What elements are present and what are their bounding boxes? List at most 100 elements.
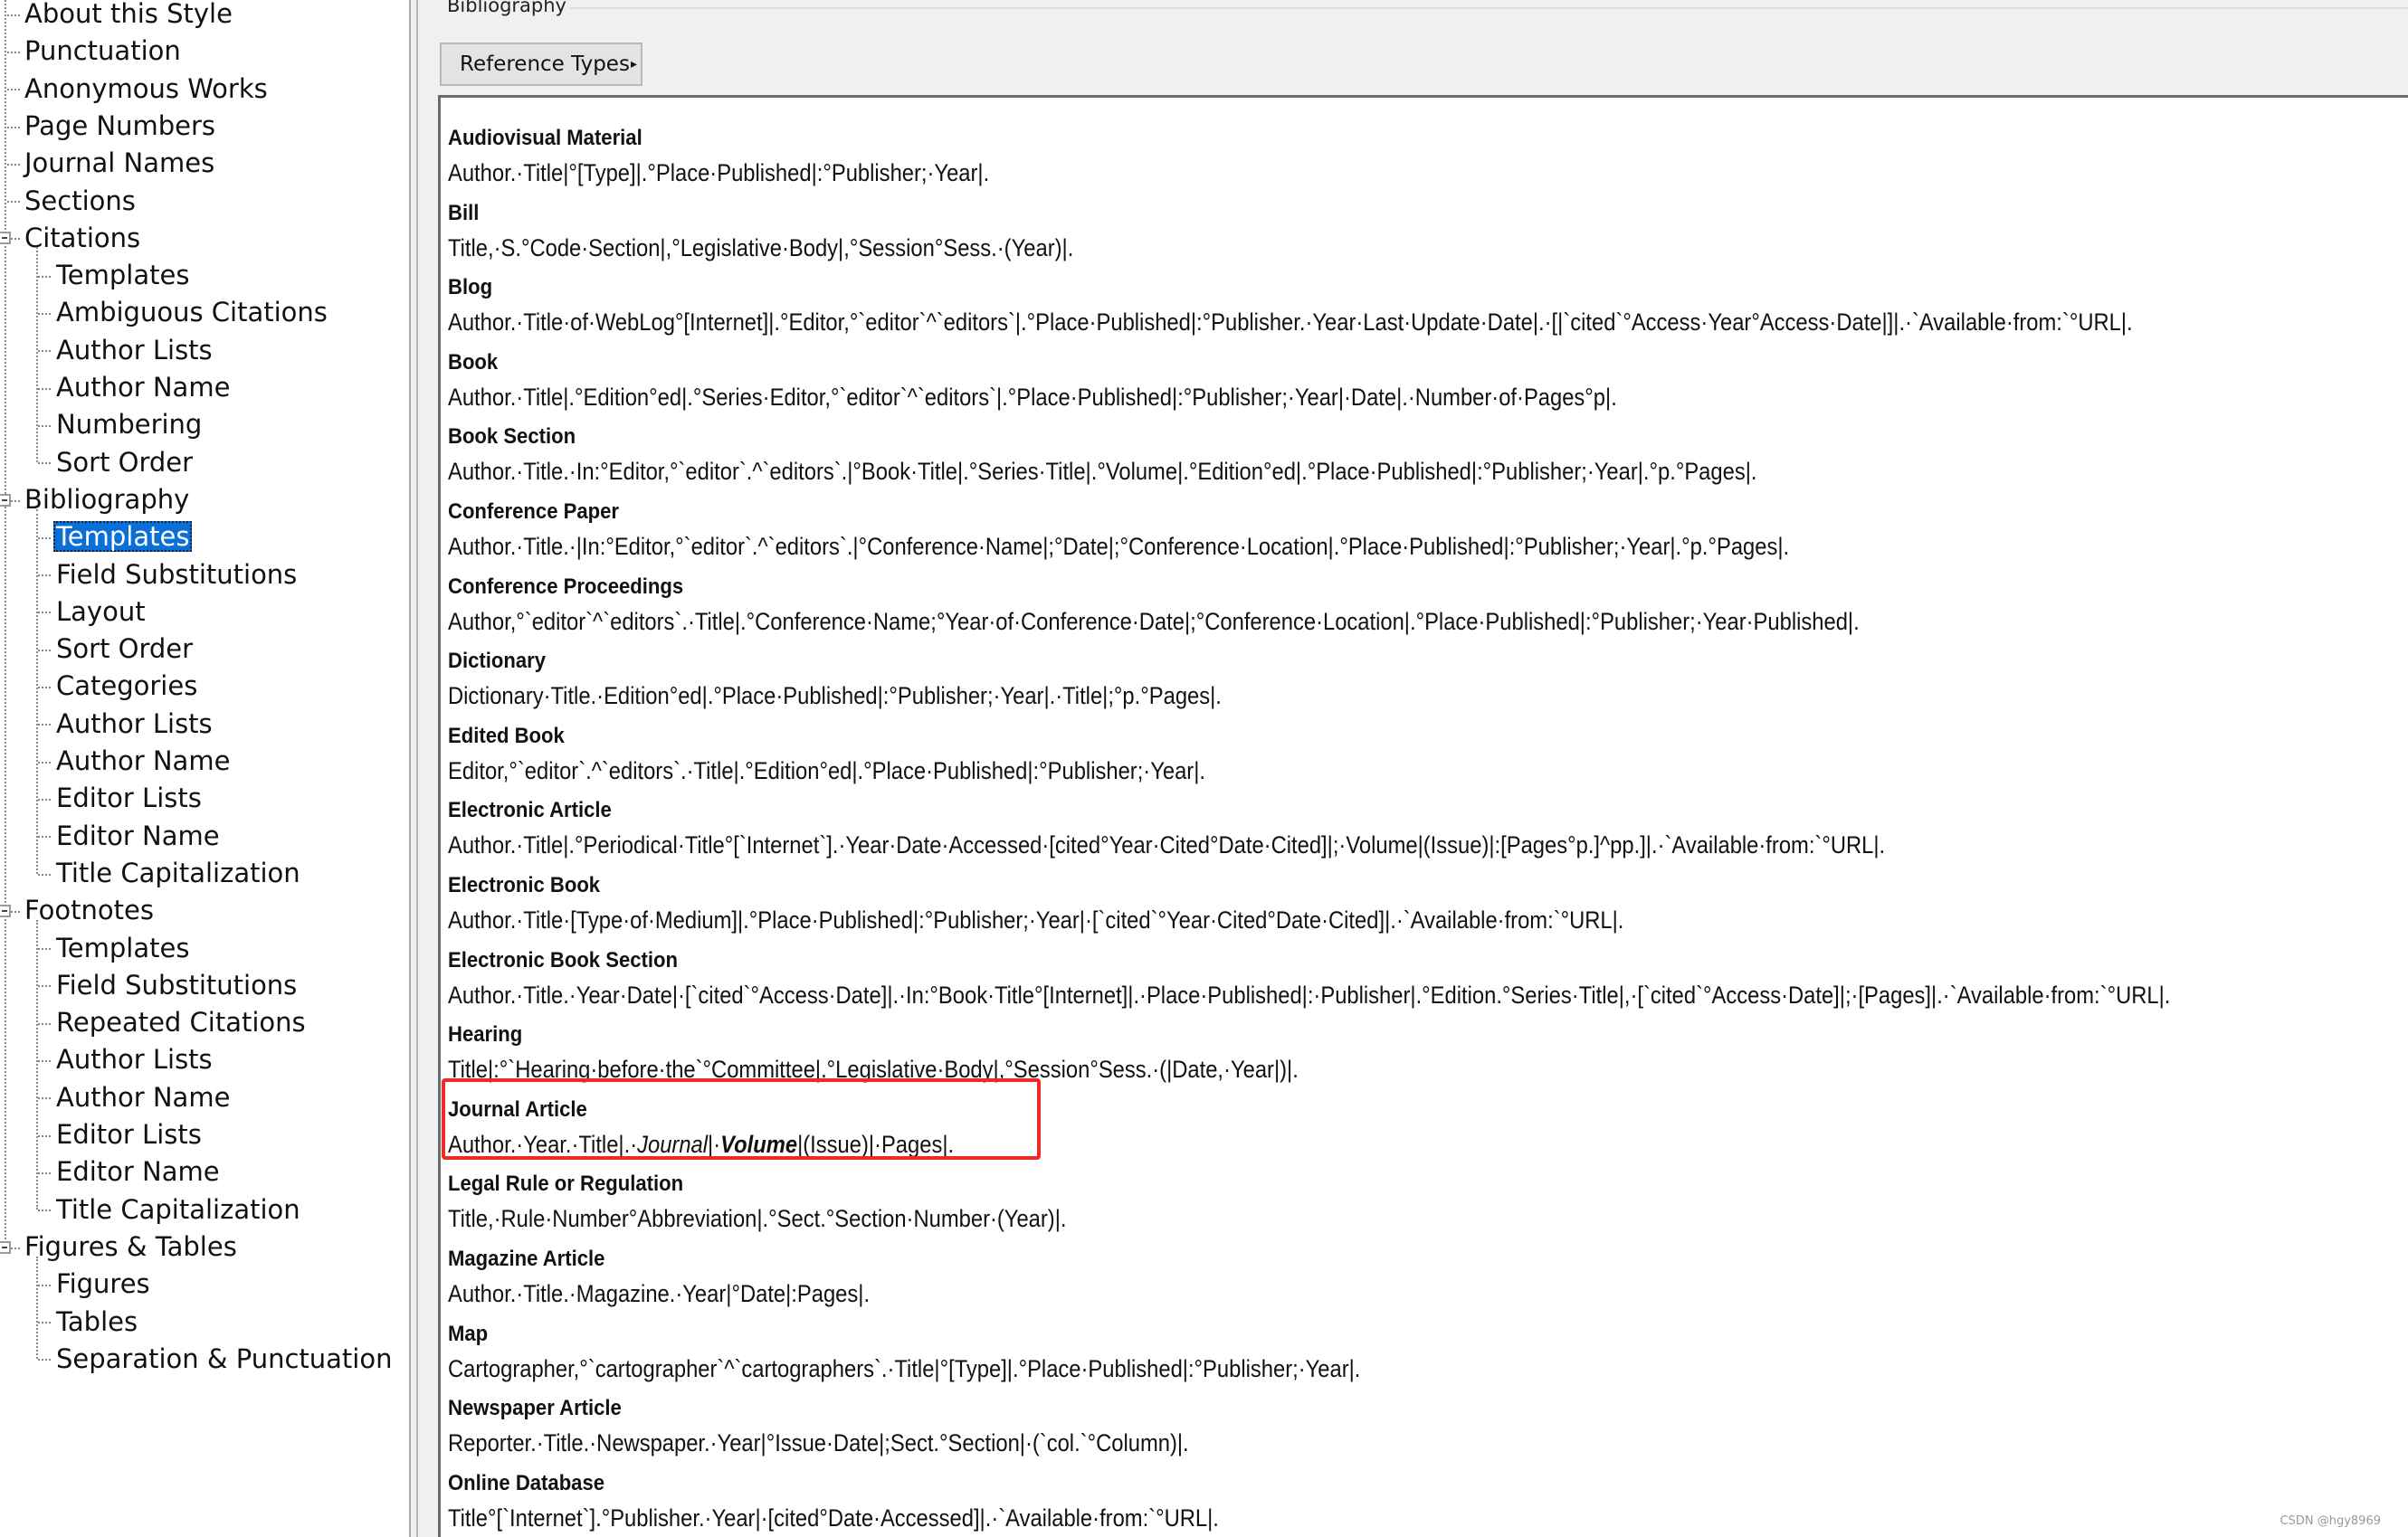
tree-item-label: Author Lists <box>56 707 213 739</box>
tree-item[interactable]: Title Capitalization <box>53 1191 303 1229</box>
tree-item[interactable]: Punctuation <box>22 33 184 70</box>
tree-item[interactable]: Editor Lists <box>53 1116 205 1153</box>
tree-item[interactable]: Layout <box>53 593 148 631</box>
reference-type-entry[interactable]: Book Author.·Title|.°Edition°ed|.°Series·… <box>448 346 1776 415</box>
template-text[interactable]: Title|:°`Hearing·before·the`°Committee|.… <box>448 1051 1299 1087</box>
reference-type-entry[interactable]: Electronic Article Author.·Title|.°Period… <box>448 794 2081 863</box>
reference-types-label: Reference Types <box>460 52 630 76</box>
template-text[interactable]: Title,·S.°Code·Section|,°Legislative·Bod… <box>448 230 1073 266</box>
reference-type-entry[interactable]: Online Database Title°[`Internet`].°Publi… <box>448 1467 1324 1536</box>
tree-item[interactable]: Field Substitutions <box>53 967 300 1004</box>
tree-item-label: Templates <box>56 260 190 291</box>
collapse-toggle-icon[interactable] <box>0 904 11 917</box>
reference-type-entry[interactable]: Dictionary Dictionary·Title.·Edition°ed|.… <box>448 645 1327 714</box>
tree-item-label: Bibliography <box>24 483 190 515</box>
tree-item[interactable]: Bibliography <box>22 481 192 518</box>
tree-item-label: Numbering <box>56 409 203 441</box>
tree-item[interactable]: Author Name <box>53 1079 233 1116</box>
template-text[interactable]: Author.·Title|.°Periodical·Title°[`Inter… <box>448 827 1885 863</box>
tree-item[interactable]: Author Name <box>53 369 233 406</box>
reference-type-entry[interactable]: Edited Book Editor,°`editor`.^`editors`.·… <box>448 720 1309 789</box>
tree-connector <box>38 574 51 577</box>
reference-type-name: Map <box>448 1321 489 1346</box>
tree-item[interactable]: Footnotes <box>22 892 157 929</box>
collapse-toggle-icon[interactable] <box>0 232 11 245</box>
template-text[interactable]: Author.·Title·of·WebLog°[Internet]|.°Edi… <box>448 304 2133 340</box>
tree-item[interactable]: Templates <box>53 518 193 555</box>
tree-item[interactable]: Title Capitalization <box>53 855 303 892</box>
reference-type-entry[interactable]: Electronic Book Section Author.·Title.·Ye… <box>448 944 2405 1013</box>
tree-item[interactable]: Templates <box>53 930 192 967</box>
template-text[interactable]: Author.·Title.·|In:°Editor,°`editor`.^`e… <box>448 528 1789 565</box>
template-text[interactable]: Author.·Title·[Type·of·Medium]|.°Place·P… <box>448 902 1623 938</box>
tree-item-label: Separation & Punctuation <box>56 1343 393 1374</box>
tree-item[interactable]: Repeated Citations <box>53 1004 309 1041</box>
reference-type-entry[interactable]: Map Cartographer,°`cartographer`^`cartogr… <box>448 1318 1485 1387</box>
tree-item[interactable]: Author Lists <box>53 706 215 743</box>
tree-connector <box>38 387 51 390</box>
template-text[interactable]: Author,°`editor`^`editors`.·Title|.°Conf… <box>448 603 1860 640</box>
reference-type-entry[interactable]: Hearing Title|:°`Hearing·before·the`°Comm… <box>448 1019 1414 1087</box>
tree-item[interactable]: Sections <box>22 183 138 220</box>
reference-type-entry[interactable]: Book Section Author.·Title.·In:°Editor,°`… <box>448 421 1936 489</box>
template-text[interactable]: Title,·Rule·Number°Abbreviation|.°Sect.°… <box>448 1200 1066 1237</box>
tree-branch-connector <box>36 919 38 1210</box>
reference-type-entry[interactable]: Bill Title,·S.°Code·Section|,°Legislative… <box>448 197 1159 266</box>
tree-item[interactable]: Editor Name <box>53 1153 223 1191</box>
tree-item[interactable]: Anonymous Works <box>22 71 271 108</box>
template-text[interactable]: Author.·Title.·Magazine.·Year|°Date|:Pag… <box>448 1276 870 1312</box>
template-editor[interactable]: Audiovisual Material Author.·Title|°[Type… <box>438 95 2408 1537</box>
collapse-toggle-icon[interactable] <box>0 493 11 507</box>
template-text[interactable]: Cartographer,°`cartographer`^`cartograph… <box>448 1351 1360 1387</box>
template-text[interactable]: Author.·Title|.°Edition°ed|.°Series·Edit… <box>448 379 1617 415</box>
tree-item[interactable]: Author Lists <box>53 332 215 369</box>
tree-connector <box>38 536 51 539</box>
tree-item[interactable]: Numbering <box>53 406 205 443</box>
template-text[interactable]: Author.·Title.·In:°Editor,°`editor`.^`ed… <box>448 453 1756 489</box>
tree-connector <box>38 1210 51 1212</box>
tree-item[interactable]: About this Style <box>22 0 235 33</box>
tree-item[interactable]: Sort Order <box>53 631 195 668</box>
tree-item[interactable]: Categories <box>53 668 200 705</box>
tree-item[interactable]: Page Numbers <box>22 108 218 145</box>
tree-item[interactable]: Editor Lists <box>53 780 205 817</box>
tree-item[interactable]: Figures <box>53 1266 153 1303</box>
tree-item[interactable]: Author Name <box>53 743 233 780</box>
tree-item[interactable]: Figures & Tables <box>22 1229 240 1266</box>
tree-item[interactable]: Field Substitutions <box>53 556 300 593</box>
tree-item[interactable]: Editor Name <box>53 818 223 855</box>
template-text[interactable]: Title°[`Internet`].°Publisher.·Year|·[ci… <box>448 1500 1219 1536</box>
tree-item[interactable]: Tables <box>53 1304 140 1341</box>
tree-item-label: Figures & Tables <box>24 1230 237 1262</box>
tree-item[interactable]: Sort Order <box>53 444 195 481</box>
reference-type-entry[interactable]: Conference Proceedings Author,°`editor`^`… <box>448 571 2051 640</box>
reference-type-entry[interactable]: Magazine Article Author.·Title.·Magazine.… <box>448 1243 928 1312</box>
tree-item[interactable]: Journal Names <box>22 145 217 182</box>
style-sections-tree[interactable]: About this Style Punctuation Anonymous Wor… <box>0 0 409 1537</box>
tree-connector <box>38 836 51 839</box>
tree-item[interactable]: Citations <box>22 220 143 257</box>
template-text[interactable]: Dictionary·Title.·Edition°ed|.°Place·Pub… <box>448 678 1222 714</box>
tree-item[interactable]: Templates <box>53 257 192 294</box>
template-text[interactable]: Reporter.·Title.·Newspaper.·Year|°Issue·… <box>448 1425 1189 1461</box>
reference-type-entry[interactable]: Conference Paper Author.·Title.·|In:°Edit… <box>448 496 1972 565</box>
reference-types-button[interactable]: Reference Types▸ <box>440 43 642 86</box>
tree-item[interactable]: Author Lists <box>53 1041 215 1078</box>
tree-item[interactable]: Ambiguous Citations <box>53 294 330 331</box>
template-text[interactable]: Author.·Title|°[Type]|.°Place·Published|… <box>448 155 989 191</box>
reference-type-entry[interactable]: Audiovisual Material Author.·Title|°[Type… <box>448 122 1063 191</box>
reference-type-entry[interactable]: Electronic Book Author.·Title·[Type·of·Me… <box>448 869 1785 938</box>
template-text[interactable]: Author.·Title.·Year·Date|·[`cited`°Acces… <box>448 977 2170 1013</box>
reference-type-name: Legal Rule or Regulation <box>448 1172 684 1197</box>
reference-type-entry[interactable]: Newspaper Article Reporter.·Title.·Newspa… <box>448 1392 1290 1461</box>
tree-item-label: Layout <box>56 595 146 627</box>
template-text[interactable]: Editor,°`editor`.^`editors`.·Title|.°Edi… <box>448 753 1205 789</box>
tree-item-label: Templates <box>53 521 193 553</box>
template-text[interactable]: Author.·Year.·Title|.·Journal|·Volume|(I… <box>448 1126 954 1162</box>
reference-type-entry[interactable]: Legal Rule or Regulation Title,·Rule·Numb… <box>448 1168 1151 1237</box>
collapse-toggle-icon[interactable] <box>0 1240 11 1254</box>
reference-type-entry[interactable]: Blog Author.·Title·of·WebLog°[Internet]|.… <box>448 271 2362 340</box>
tree-item[interactable]: Separation & Punctuation <box>53 1341 395 1378</box>
reference-type-name: Journal Article <box>448 1096 587 1122</box>
reference-type-entry[interactable]: Journal Article Author.·Year.·Title|.·Jou… <box>448 1094 1023 1162</box>
